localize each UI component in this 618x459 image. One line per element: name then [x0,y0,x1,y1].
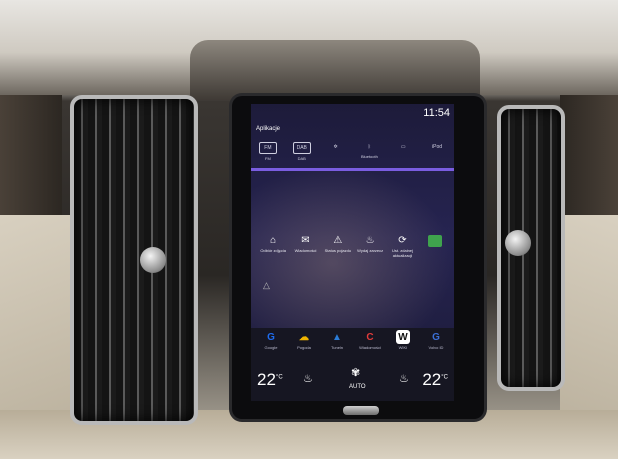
source-label: DAB [297,156,306,161]
source-usb[interactable]: ▭ [390,142,416,166]
seat-heat-icon[interactable]: ♨ [303,372,313,385]
app-wiki[interactable]: W WIKI [389,330,417,356]
app-weather[interactable]: ☁ Pogoda [290,330,318,356]
trim-left [0,95,62,215]
google-icon: G [267,331,275,343]
trim-right [560,95,618,215]
ipod-icon: iPod [432,144,443,150]
dashboard-hood [190,40,480,100]
app-label: Tuneln [330,345,344,350]
source-label: FM [265,156,271,161]
temp-unit: °C [275,374,283,381]
driver-temp[interactable]: 22°C [257,370,283,390]
app-service[interactable]: ♨ Wydaj zarzecz [356,235,384,275]
source-bluetooth[interactable]: ᛒ Bluetooth [356,142,382,166]
source-ipod[interactable]: iPod [424,142,450,166]
warning-icon: ⚠ [333,235,343,246]
climate-bar: 22°C ♨ ✾ AUTO ♨ 22°C [251,362,454,398]
vent-knob-right[interactable] [505,230,531,256]
home-button[interactable] [343,406,379,415]
media-source-row: FM FM DAB DAB ✲ ᛒ Bluetooth ▭ iPod [255,142,450,166]
app-label: Wiadomości [294,248,317,253]
app-label: Odbiór zdjęcia [260,248,286,253]
app-vehicle-status[interactable]: ⚠ Status pojazdu [324,235,352,275]
fan-icon[interactable]: ✾ [351,366,360,379]
infotainment-screen[interactable]: 11:54 Aplikacje FM FM DAB DAB ✲ ᛒ Blueto… [251,104,454,401]
app-label: Volvo ID [428,345,444,350]
app-dock: G Google ☁ Pogoda ▲ Tuneln C Wiadomości … [257,330,452,356]
weather-icon: ☁ [299,331,309,343]
radio-icon: FM [258,142,277,154]
source-dab[interactable]: DAB DAB [289,142,315,166]
wiki-icon: W [396,330,410,344]
app-label: Wydaj zarzecz [357,248,384,253]
app-volvo-id[interactable]: G Volvo ID [422,330,450,356]
temp-unit: °C [441,374,448,381]
vent-knob-left[interactable] [140,247,166,273]
temp-value: 22 [422,370,442,389]
app-tunein[interactable]: ▲ Tuneln [323,330,351,356]
app-google[interactable]: G Google [257,330,285,356]
app-row-middle: ⌂ Odbiór zdjęcia ✉ Wiadomości ⚠ Status p… [259,235,449,275]
app-label: Ust. zdalnej aktualizacji [392,248,413,258]
climate-mode[interactable]: AUTO [349,384,366,390]
app-label: Status pojazdu [324,248,352,253]
app-label: Google [264,345,278,350]
passenger-temp[interactable]: 22°C [422,370,448,390]
seat-heat-icon[interactable]: ♨ [399,372,409,385]
green-app-icon [427,235,442,247]
section-title: Aplikacje [256,126,281,132]
source-label: Bluetooth [360,154,378,159]
source-other[interactable]: ✲ [323,142,349,166]
service-icon: ♨ [365,235,375,246]
selection-bar [251,168,454,171]
clock: 11:54 [423,107,450,119]
air-vent-left[interactable] [70,95,198,425]
update-icon: ⟳ [398,235,407,246]
photo-icon: ⌂ [270,235,277,246]
app-label: Pogoda [297,345,311,350]
temp-value: 22 [257,370,276,389]
message-icon: ✉ [301,235,310,246]
app-remote-update[interactable]: ⟳ Ust. zdalnej aktualizacji [388,235,416,275]
volvo-icon: G [432,331,440,343]
app-label: WIKI [398,345,408,350]
warning-triangle-icon: △ [263,280,270,290]
usb-icon: ▭ [400,144,406,150]
chrome-icon: C [366,331,374,343]
app-messages[interactable]: ✉ Wiadomości [291,235,319,275]
bluetooth-icon: ᛒ [367,144,371,150]
source-fm[interactable]: FM FM [255,142,281,166]
app-green[interactable] [421,235,449,275]
tunein-icon: ▲ [332,331,342,343]
radio-icon: DAB [292,142,311,154]
media-icon: ✲ [333,144,338,150]
app-chrome[interactable]: C Wiadomości [356,330,384,356]
app-label: Wiadomości [359,345,381,350]
app-photo[interactable]: ⌂ Odbiór zdjęcia [259,235,287,275]
